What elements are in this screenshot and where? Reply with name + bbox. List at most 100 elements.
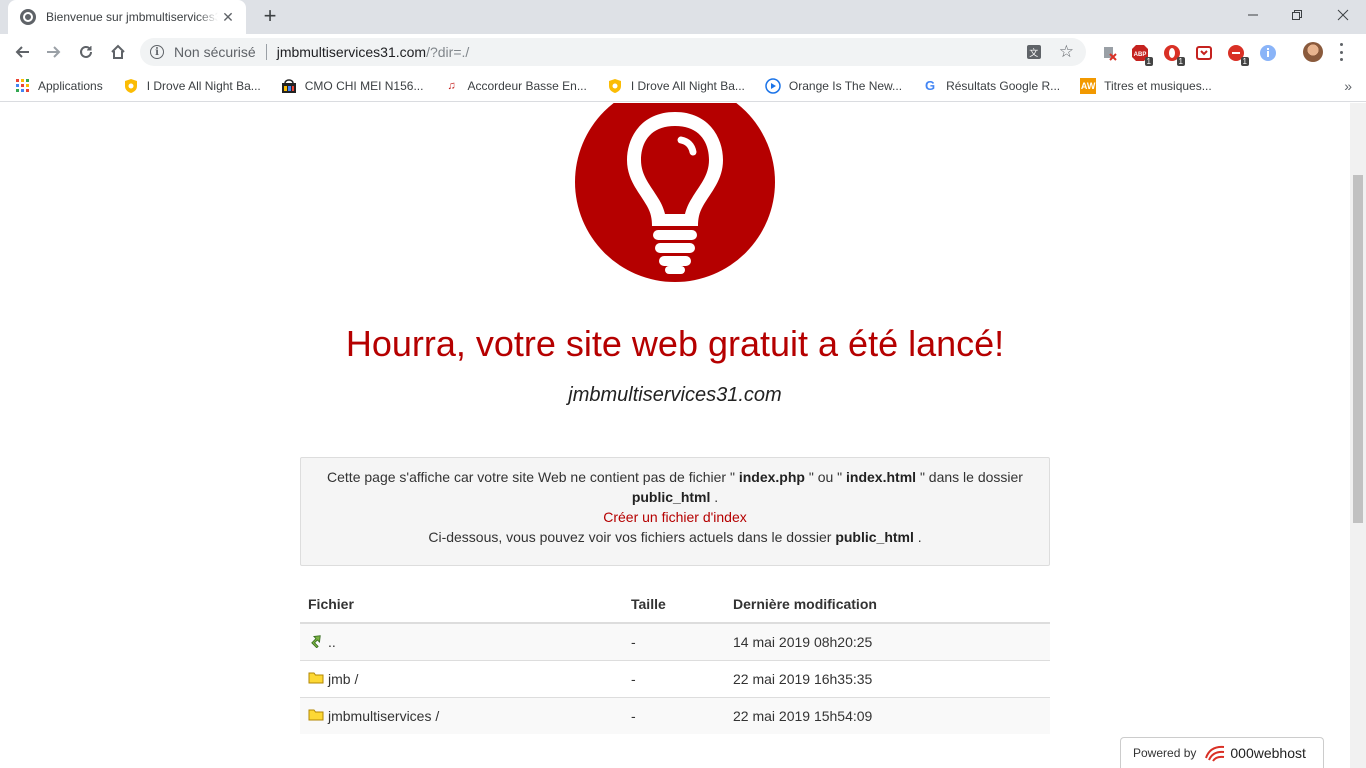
bookmark-label: Résultats Google R...	[946, 78, 1061, 93]
scrollbar-thumb[interactable]	[1353, 175, 1363, 523]
date-cell: 22 mai 2019 15h54:09	[725, 696, 1050, 734]
bookmark-item[interactable]: AW Titres et musiques...	[1080, 77, 1212, 94]
file-cell: jmb /	[300, 659, 623, 697]
site-domain: jmbmultiservices31.com	[568, 384, 782, 406]
adblock-icon[interactable]: ABP 1	[1131, 44, 1153, 66]
reload-button[interactable]	[72, 38, 100, 66]
bookmark-applications[interactable]: Applications	[14, 78, 103, 94]
bookmarks-bar: Applications I Drove All Night Ba... CMO…	[0, 70, 1366, 102]
forward-button[interactable]	[40, 38, 68, 66]
omnibox-actions: 文 ☆	[1026, 42, 1074, 62]
close-window-button[interactable]	[1320, 0, 1366, 30]
powered-by-label: Powered by	[1133, 746, 1197, 760]
bookmark-item[interactable]: I Drove All Night Ba...	[607, 78, 745, 94]
home-button[interactable]	[104, 38, 132, 66]
bookmark-label: Orange Is The New...	[788, 78, 903, 93]
shield-icon	[123, 78, 139, 94]
url-host[interactable]: jmbmultiservices31.com	[277, 44, 426, 60]
folder-icon[interactable]	[308, 707, 324, 724]
stop-extension-icon[interactable]: 1	[1227, 44, 1249, 66]
page-scrollbar[interactable]	[1350, 103, 1366, 768]
bookmark-item[interactable]: ♫ Accordeur Basse En...	[443, 78, 587, 94]
pocket-icon[interactable]	[1195, 44, 1213, 62]
folder-icon[interactable]	[308, 670, 324, 687]
url-path[interactable]: /?dir=./	[426, 44, 469, 60]
bookmark-label: I Drove All Night Ba...	[630, 78, 745, 93]
new-tab-button[interactable]: +	[258, 5, 282, 29]
size-cell: -	[623, 622, 725, 660]
folder-name[interactable]: jmb	[328, 671, 351, 687]
minimize-icon	[1248, 14, 1258, 16]
powered-by-badge[interactable]: Powered by 000webhost	[1120, 737, 1324, 768]
bookmark-label: I Drove All Night Ba...	[146, 78, 261, 93]
bookmark-item[interactable]: G Résultats Google R...	[922, 78, 1060, 94]
notice-text: " dans le dossier	[919, 469, 1023, 485]
file-name-link[interactable]: jmbmultiservices /	[328, 708, 439, 724]
play-circle-icon	[765, 77, 781, 94]
table-header-row: Fichier Taille Dernière modification	[300, 586, 1050, 624]
bookmark-item[interactable]: I Drove All Night Ba...	[123, 78, 261, 94]
globe-icon	[20, 9, 36, 25]
table-row[interactable]: .. - 14 mai 2019 08h20:25	[300, 622, 1050, 660]
apps-grid-icon	[14, 78, 30, 94]
close-tab-icon[interactable]: ✕	[220, 9, 236, 26]
store-icon	[281, 78, 297, 94]
create-index-link[interactable]: Créer un fichier d'index	[603, 509, 747, 525]
bookmark-item[interactable]: CMO CHI MEI N156...	[281, 78, 424, 94]
file-name-link[interactable]: ..	[328, 634, 336, 650]
shield-icon	[607, 78, 623, 94]
music-note-icon: ♫	[447, 79, 456, 92]
security-label[interactable]: Non sécurisé	[174, 44, 256, 60]
bookmark-star-icon[interactable]: ☆	[1059, 42, 1074, 62]
chevron-more-icon[interactable]: »	[1344, 78, 1352, 94]
file-cell: ..	[300, 622, 623, 660]
column-header-modified[interactable]: Dernière modification	[725, 586, 1050, 624]
profile-avatar[interactable]	[1303, 42, 1323, 62]
size-cell: -	[623, 659, 725, 697]
back-button[interactable]	[8, 38, 36, 66]
notice-text: .	[917, 529, 922, 545]
page-title: Hourra, votre site web gratuit a été lan…	[345, 323, 1005, 364]
close-icon	[1337, 9, 1349, 21]
active-tab[interactable]: Bienvenue sur jmbmultiservices31.com ✕	[8, 0, 246, 34]
info-extension-icon[interactable]	[1259, 44, 1277, 62]
file-name-link[interactable]: jmb /	[328, 671, 358, 687]
date-cell: 22 mai 2019 16h35:35	[725, 659, 1050, 697]
ext-badge: 1	[1176, 57, 1185, 66]
aw-icon: AW	[1080, 77, 1097, 94]
parent-dir-icon[interactable]	[308, 632, 324, 651]
bookmark-label: Titres et musiques...	[1104, 78, 1212, 93]
restore-button[interactable]	[1274, 0, 1320, 30]
bookmark-label: CMO CHI MEI N156...	[304, 78, 424, 93]
column-header-file[interactable]: Fichier	[300, 586, 623, 624]
address-bar[interactable]: i Non sécurisé jmbmultiservices31.com /?…	[140, 38, 1086, 66]
notice-text: " ou "	[808, 469, 843, 485]
column-header-size[interactable]: Taille	[623, 586, 725, 624]
bookmark-label: Applications	[38, 78, 103, 93]
bookmark-item[interactable]: Orange Is The New...	[765, 77, 903, 94]
folder-public-html: public_html	[835, 529, 914, 545]
opera-addon-icon[interactable]: 1	[1163, 44, 1185, 66]
file-table: Fichier Taille Dernière modification .. …	[300, 586, 1050, 734]
google-icon: G	[925, 78, 936, 93]
back-arrow-icon	[15, 46, 29, 58]
minimize-button[interactable]	[1230, 0, 1276, 30]
table-row[interactable]: jmbmultiservices / - 22 mai 2019 15h54:0…	[300, 696, 1050, 734]
tab-title: Bienvenue sur jmbmultiservices31.com	[46, 10, 218, 24]
page-viewport: Hourra, votre site web gratuit a été lan…	[0, 103, 1350, 768]
info-icon[interactable]: i	[150, 45, 164, 59]
browser-toolbar: i Non sécurisé jmbmultiservices31.com /?…	[0, 34, 1366, 70]
date-cell: 14 mai 2019 08h20:25	[725, 622, 1050, 660]
webhost-logo-icon	[1204, 744, 1226, 762]
reload-icon	[80, 45, 92, 58]
restore-icon	[1292, 10, 1302, 20]
filename-index-html: index.html	[846, 469, 917, 485]
extension-blocked-icon[interactable]	[1101, 44, 1119, 62]
notice-line-1: Cette page s'affiche car votre site Web …	[301, 467, 1049, 487]
translate-icon[interactable]: 文	[1026, 45, 1041, 59]
notice-line-4: Ci-dessous, vous pouvez voir vos fichier…	[301, 527, 1049, 547]
menu-kebab-icon[interactable]	[1338, 43, 1344, 61]
forward-arrow-icon	[47, 46, 61, 58]
table-row[interactable]: jmb / - 22 mai 2019 16h35:35	[300, 659, 1050, 697]
folder-name[interactable]: jmbmultiservices	[328, 708, 431, 724]
